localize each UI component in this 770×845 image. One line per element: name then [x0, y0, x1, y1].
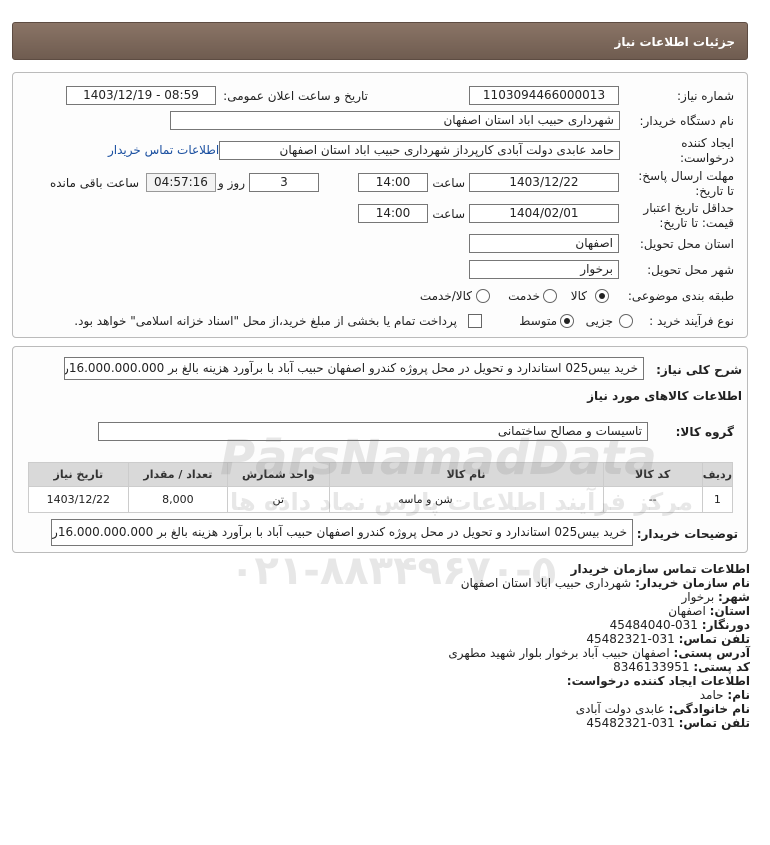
creator-phone-key: تلفن تماس:	[678, 716, 750, 730]
process-radio-medium[interactable]	[560, 314, 574, 328]
contact-province: استان: اصفهان	[668, 604, 750, 618]
creator-name-value: حامد	[699, 688, 724, 702]
table-row: 1 -- شن و ماسه تن 8,000 1403/12/22	[28, 486, 734, 513]
contact-phone-value: 031-45482321	[586, 632, 675, 646]
category-radio-goods-service[interactable]	[476, 289, 490, 303]
buyer-org-label: نام دستگاه خریدار:	[639, 114, 735, 128]
contact-fax: دورنگار: 031-45484040	[610, 618, 750, 632]
buyer-contact-link[interactable]: اطلاعات تماس خریدار	[108, 143, 219, 157]
validity-date-field: 1404/02/01	[469, 204, 619, 223]
deadline-label: مهلت ارسال پاسخ:	[638, 169, 734, 183]
contact-org-value: شهرداری حبیب اباد استان اصفهان	[460, 576, 632, 590]
deadline-label-2: تا تاریخ:	[695, 184, 734, 198]
creator-phone: تلفن تماس: 031-45482321	[586, 716, 750, 730]
days-count-field: 3	[249, 173, 319, 192]
contact-address-key: آدرس پستی:	[673, 646, 750, 660]
announce-field: 1403/12/19 - 08:59	[66, 86, 216, 105]
process-option-medium: متوسط	[519, 314, 557, 328]
contact-fax-value: 031-45484040	[609, 618, 698, 632]
category-option-goods-service: کالا/خدمت	[419, 289, 472, 303]
contact-phone: تلفن تماس: 031-45482321	[586, 632, 750, 646]
province-label: استان محل تحویل:	[639, 237, 734, 251]
category-radio-goods[interactable]	[595, 289, 609, 303]
goods-table: ردیف کد کالا نام کالا واحد شمارش تعداد /…	[28, 462, 734, 513]
col-item-code: کد کالا	[602, 462, 703, 487]
creator-label-2: درخواست:	[680, 151, 734, 165]
cell-item-code: --	[602, 486, 703, 513]
creator-phone-value: 031-45482321	[586, 716, 675, 730]
creator-family-key: نام خانوادگی:	[668, 702, 750, 716]
col-row-number: ردیف	[701, 462, 734, 487]
remaining-label: ساعت باقی مانده	[49, 176, 139, 190]
creator-info-title: اطلاعات ایجاد کننده درخواست:	[566, 674, 750, 688]
need-number-label: شماره نیاز:	[677, 89, 734, 103]
creator-family-value: عابدی دولت آبادی	[575, 702, 665, 716]
goods-group-field: تاسیسات و مصالح ساختمانی	[98, 422, 648, 441]
buyer-org-field: شهرداری حبیب اباد استان اصفهان	[170, 111, 620, 130]
contact-address: آدرس پستی: اصفهان حبیب آباد برخوار بلوار…	[448, 646, 750, 660]
treasury-payment-checkbox[interactable]	[468, 314, 482, 328]
announce-label: تاریخ و ساعت اعلان عمومی:	[223, 89, 368, 103]
category-radio-service[interactable]	[543, 289, 557, 303]
remaining-time-display: 04:57:16	[146, 173, 216, 192]
goods-table-header: ردیف کد کالا نام کالا واحد شمارش تعداد /…	[28, 462, 734, 487]
cell-quantity: 8,000	[127, 486, 229, 513]
goods-info-title: اطلاعات کالاهای مورد نیاز	[587, 389, 742, 403]
contact-fax-key: دورنگار:	[701, 618, 750, 632]
col-unit: واحد شمارش	[227, 462, 330, 487]
contact-province-key: استان:	[709, 604, 750, 618]
creator-field: حامد عابدی دولت آبادی کارپرداز شهرداری ح…	[219, 141, 620, 160]
cell-need-date: 1403/12/22	[28, 486, 129, 513]
goods-group-label: گروه کالا:	[675, 425, 734, 439]
page-header: جزئیات اطلاعات نیاز	[12, 22, 748, 60]
contact-address-value: اصفهان حبیب آباد برخوار بلوار شهید مطهری	[448, 646, 670, 660]
city-label: شهر محل تحویل:	[647, 263, 734, 277]
contact-org: نام سازمان خریدار: شهرداری حبیب اباد است…	[461, 576, 750, 590]
validity-label: حداقل تاریخ اعتبار	[643, 201, 734, 215]
cell-unit: تن	[227, 486, 330, 513]
contact-postal: کد پستی: 8346133951	[613, 660, 750, 674]
creator-name: نام: حامد	[700, 688, 750, 702]
validity-label-2: قیمت: تا تاریخ:	[659, 216, 734, 230]
contact-org-key: نام سازمان خریدار:	[635, 576, 750, 590]
deadline-date-field: 1403/12/22	[469, 173, 619, 192]
creator-name-key: نام:	[727, 688, 750, 702]
category-option-service: خدمت	[508, 289, 540, 303]
province-field: اصفهان	[469, 234, 619, 253]
process-radio-minor[interactable]	[619, 314, 633, 328]
contact-title: اطلاعات تماس سازمان خریدار	[570, 562, 750, 576]
creator-label: ایجاد کننده	[681, 136, 734, 150]
contact-city-key: شهر:	[718, 590, 750, 604]
cell-row-number: 1	[701, 486, 734, 513]
category-label: طبقه بندی موضوعی:	[627, 289, 734, 303]
col-quantity: تعداد / مقدار	[127, 462, 229, 487]
creator-family: نام خانوادگی: عابدی دولت آبادی	[576, 702, 750, 716]
summary-field: خرید بیس025 استاندارد و تحویل در محل پرو…	[64, 357, 644, 380]
deadline-time-field: 14:00	[358, 173, 428, 192]
contact-province-value: اصفهان	[668, 604, 706, 618]
process-option-minor: جزیی	[585, 314, 613, 328]
contact-city-value: برخوار	[681, 590, 715, 604]
contact-phone-key: تلفن تماس:	[678, 632, 750, 646]
col-item-name: نام کالا	[328, 462, 604, 487]
col-need-date: تاریخ نیاز	[28, 462, 129, 487]
validity-time-field: 14:00	[358, 204, 428, 223]
days-label: روز و	[218, 176, 245, 190]
deadline-time-label: ساعت	[432, 176, 465, 190]
contact-city: شهر: برخوار	[681, 590, 750, 604]
buyer-notes-field: خرید بیس025 استاندارد و تحویل در محل پرو…	[51, 519, 633, 546]
contact-postal-key: کد پستی:	[693, 660, 750, 674]
page-title: جزئیات اطلاعات نیاز	[614, 35, 735, 49]
contact-postal-value: 8346133951	[613, 660, 690, 674]
buyer-notes-label: توضیحات خریدار:	[636, 527, 738, 541]
need-number-field: 1103094466000013	[469, 86, 619, 105]
summary-label: شرح کلی نیاز:	[656, 363, 742, 377]
category-option-goods: کالا	[570, 289, 587, 303]
city-field: برخوار	[469, 260, 619, 279]
validity-time-label: ساعت	[432, 207, 465, 221]
treasury-payment-text: پرداخت تمام یا بخشی از مبلغ خرید،از محل …	[74, 314, 457, 328]
process-label: نوع فرآیند خرید :	[649, 314, 734, 328]
cell-item-name: شن و ماسه	[328, 486, 604, 513]
